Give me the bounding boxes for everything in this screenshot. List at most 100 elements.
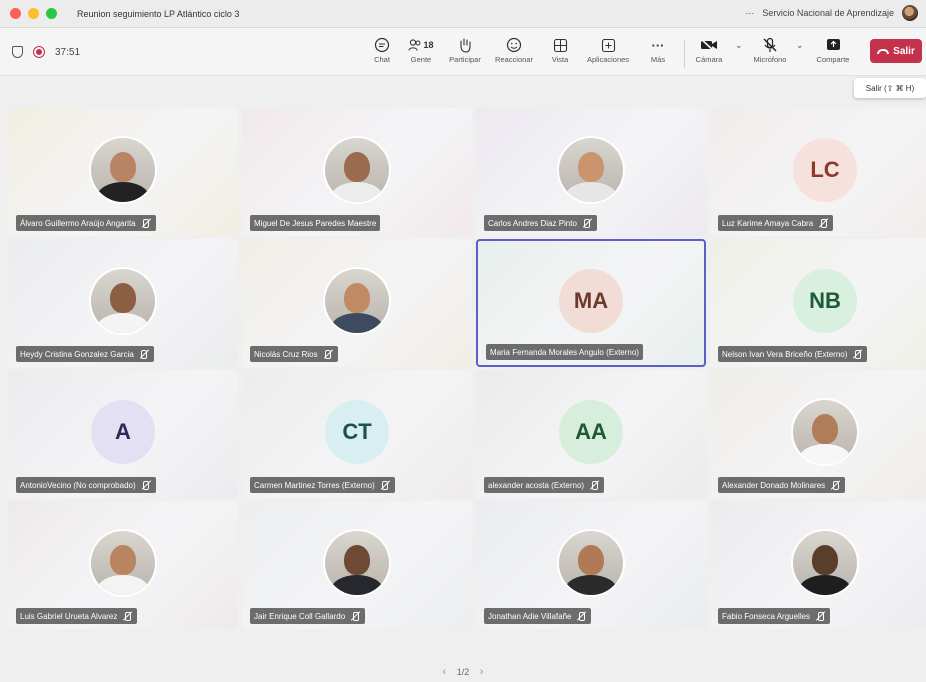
leave-button[interactable]: Salir: [870, 39, 922, 63]
leave-label: Salir: [893, 45, 915, 57]
muted-microphone-icon: [141, 218, 152, 229]
participant-name: Fabio Fonseca Arguelles: [722, 611, 811, 621]
shield-icon[interactable]: [12, 46, 23, 58]
share-button[interactable]: Comparte: [812, 35, 854, 71]
participant-name: Alexander Donado Molinares: [722, 480, 826, 490]
participant-photo-head: [110, 545, 136, 575]
participant-photo: [91, 531, 155, 595]
share-screen-icon: [826, 35, 841, 55]
microphone-label: Micrófono: [753, 55, 787, 64]
participant-tile[interactable]: Álvaro Guillermo Araújo Angarita: [8, 108, 238, 236]
react-button[interactable]: Reaccionar: [492, 35, 536, 71]
participant-photo-body: [331, 182, 383, 202]
participant-tile[interactable]: Nicolás Cruz Rios: [242, 239, 472, 367]
people-button[interactable]: 18 Gente: [406, 35, 436, 71]
camera-label: Cámara: [695, 55, 723, 64]
previous-page-icon[interactable]: ‹: [443, 666, 447, 678]
muted-microphone-icon: [141, 480, 152, 491]
participant-photo: [91, 269, 155, 333]
profile-avatar[interactable]: [902, 5, 918, 21]
muted-microphone-icon: [830, 480, 841, 491]
microphone-options-chevron-icon[interactable]: ⌄: [796, 40, 804, 51]
close-window-button[interactable]: [10, 8, 21, 19]
participant-tile[interactable]: Heydy Cristina Gonzalez Garcia: [8, 239, 238, 367]
add-app-icon: [601, 35, 616, 55]
participant-tile[interactable]: NB Nelson Ivan Vera Briceño (Externo): [710, 239, 926, 367]
participant-tile[interactable]: Jair Enrique Coll Gallardo: [242, 501, 472, 629]
participant-tile[interactable]: AA alexander acosta (Externo): [476, 370, 706, 498]
apps-button[interactable]: Aplicaciones: [582, 35, 634, 71]
muted-microphone-icon: [350, 611, 361, 622]
more-label: Más: [650, 55, 666, 64]
apps-label: Aplicaciones: [586, 55, 630, 64]
participant-tile[interactable]: Fabio Fonseca Arguelles: [710, 501, 926, 629]
meeting-timer: 37:51: [55, 46, 81, 58]
participant-photo: [559, 138, 623, 202]
participant-tile[interactable]: LC Luz Karime Amaya Cabra: [710, 108, 926, 236]
participant-tile[interactable]: Alexander Donado Molinares: [710, 370, 926, 498]
participant-name: Nelson Ivan Vera Briceño (Externo): [722, 349, 848, 359]
zoom-window-button[interactable]: [46, 8, 57, 19]
camera-button[interactable]: Cámara: [694, 35, 724, 71]
muted-microphone-icon: [380, 480, 391, 491]
raise-hand-button[interactable]: Participar: [446, 35, 484, 71]
share-label: Comparte: [816, 55, 850, 64]
participant-name: Jonathan Adie Villafañe: [488, 611, 572, 621]
participant-name: alexander acosta (Externo): [488, 480, 585, 490]
more-dots-icon: ···: [651, 37, 665, 53]
participant-tile[interactable]: Miguel De Jesus Paredes Maestre: [242, 108, 472, 236]
muted-microphone-icon: [852, 349, 863, 360]
grid-view-icon: [553, 35, 568, 55]
muted-microphone-icon: [818, 218, 829, 229]
participant-name-tag: Carlos Andres Diaz Pinto: [484, 215, 597, 231]
chat-button[interactable]: Chat: [370, 35, 394, 71]
more-options-icon[interactable]: ···: [745, 8, 754, 18]
muted-microphone-icon: [576, 611, 587, 622]
participant-photo-head: [110, 152, 136, 182]
minimize-window-button[interactable]: [28, 8, 39, 19]
participant-photo-body: [799, 575, 851, 595]
participant-name-tag: Luis Gabriel Urueta Alvarez: [16, 608, 138, 624]
page-navigator: ‹ 1/2 ›: [0, 666, 926, 678]
next-page-icon[interactable]: ›: [480, 666, 484, 678]
participant-tile[interactable]: Jonathan Adie Villafañe: [476, 501, 706, 629]
participant-tile[interactable]: Luis Gabriel Urueta Alvarez: [8, 501, 238, 629]
toolbar-divider: [684, 40, 685, 68]
participant-name: Luz Karime Amaya Cabra: [722, 218, 814, 228]
participant-grid: Álvaro Guillermo Araújo Angarita Miguel D…: [8, 108, 926, 630]
participant-name-tag: Maria Fernanda Morales Angulo (Externo): [486, 344, 643, 360]
participant-photo: [793, 400, 857, 464]
participant-name-tag: Heydy Cristina Gonzalez Garcia: [16, 346, 154, 362]
view-label: Vista: [551, 55, 569, 64]
participant-name-tag: Miguel De Jesus Paredes Maestre: [250, 215, 381, 231]
participant-initials-avatar: LC: [793, 138, 857, 202]
microphone-button[interactable]: Micrófono: [750, 35, 790, 71]
participant-photo-body: [565, 182, 617, 202]
page-indicator: 1/2: [456, 667, 470, 677]
participant-photo-body: [331, 575, 383, 595]
participant-photo-head: [110, 283, 136, 313]
participant-photo-head: [578, 545, 604, 575]
smiley-icon: [506, 35, 522, 55]
participant-tile[interactable]: Carlos Andres Diaz Pinto: [476, 108, 706, 236]
participant-photo-body: [97, 575, 149, 595]
participant-tile[interactable]: A AntonioVecino (No comprobado): [8, 370, 238, 498]
more-button[interactable]: ··· Más: [646, 35, 670, 71]
participant-name: Luis Gabriel Urueta Alvarez: [20, 611, 118, 621]
people-count: 18: [423, 40, 434, 50]
muted-microphone-icon: [815, 611, 826, 622]
participant-name-tag: Nicolás Cruz Rios: [250, 346, 338, 362]
participant-name-tag: Jair Enrique Coll Gallardo: [250, 608, 366, 624]
view-button[interactable]: Vista: [548, 35, 572, 71]
participant-tile[interactable]: MA Maria Fernanda Morales Angulo (Externo…: [476, 239, 706, 367]
react-label: Reaccionar: [495, 55, 533, 64]
chat-icon: [374, 35, 390, 55]
meeting-toolbar: 37:51 Chat 18 Gente Participar Reacciona…: [0, 28, 926, 76]
participant-name-tag: Carmen Martinez Torres (Externo): [250, 477, 395, 493]
participant-tile[interactable]: CT Carmen Martinez Torres (Externo): [242, 370, 472, 498]
participant-name-tag: alexander acosta (Externo): [484, 477, 605, 493]
participant-name: AntonioVecino (No comprobado): [20, 480, 136, 490]
recording-icon: [33, 46, 45, 58]
participant-photo-head: [812, 414, 838, 444]
camera-options-chevron-icon[interactable]: ⌄: [735, 40, 743, 51]
